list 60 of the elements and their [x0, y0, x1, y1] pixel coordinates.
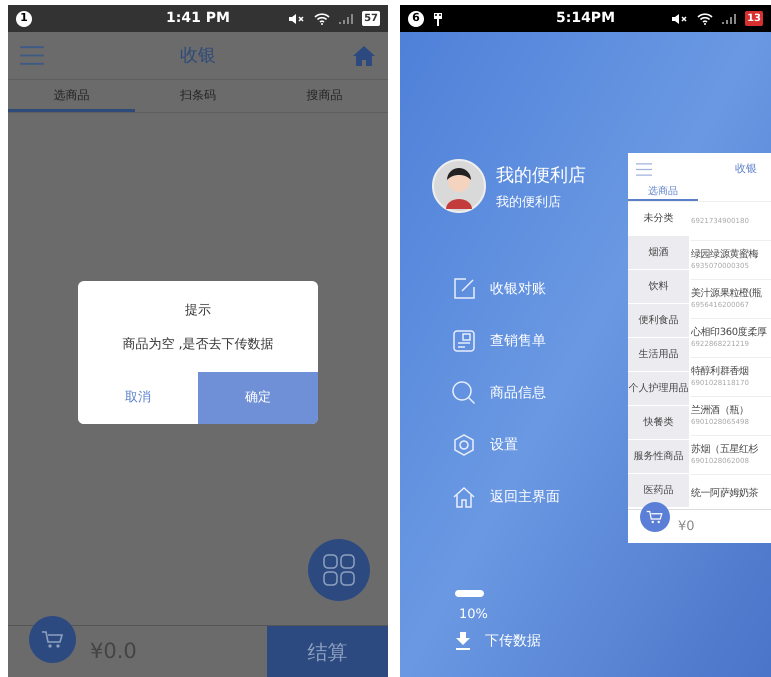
category-item[interactable]: 生活用品	[628, 338, 689, 372]
avatar-icon	[432, 159, 486, 213]
cart-total: ¥0	[678, 518, 695, 536]
store-subtitle: 我的便利店	[496, 194, 562, 212]
category-item[interactable]: 快餐类	[628, 406, 689, 440]
progress-percent: 10%	[458, 606, 489, 624]
header-title: 收银	[179, 44, 217, 68]
status-time: 5:14PM	[554, 9, 616, 28]
settings-icon	[453, 434, 475, 456]
menu-item[interactable]: 查销售单	[452, 330, 546, 352]
download-icon	[455, 632, 471, 650]
header-title: 收银	[735, 160, 757, 177]
home-icon	[453, 486, 475, 508]
tab[interactable]: 扫条码	[134, 80, 262, 112]
menu-item[interactable]: 返回主界面	[452, 486, 560, 508]
mute-icon	[288, 12, 306, 24]
cart-button[interactable]	[29, 616, 76, 663]
category-item[interactable]: 服务性商品	[628, 440, 689, 474]
edit-icon	[453, 278, 475, 300]
product-name: 心相印360度柔厚	[691, 327, 768, 339]
cart-icon	[40, 630, 64, 650]
wifi-icon	[697, 12, 714, 24]
download-button[interactable]: 下传数据	[455, 624, 771, 652]
signal-icon	[721, 12, 738, 24]
confirm-button[interactable]: 确定	[198, 372, 318, 424]
product-name: 兰洲酒（瓶）	[691, 405, 750, 417]
product-name: 美汁源果粒橙(瓶	[691, 288, 763, 300]
menu-item[interactable]: 收银对账	[452, 278, 546, 300]
menu-icon[interactable]	[636, 162, 652, 176]
notification-badge: 6	[408, 10, 424, 26]
status-time: 1:41 PM	[165, 9, 231, 28]
cart-icon	[646, 510, 664, 524]
store-name: 我的便利店	[496, 164, 586, 188]
receipt-icon	[453, 330, 475, 352]
tab[interactable]: 搜商品	[261, 80, 388, 112]
category-item[interactable]: 烟酒	[628, 236, 689, 270]
product-name: 统一阿萨姆奶茶	[691, 488, 760, 500]
battery-level: 13	[745, 11, 763, 26]
dialog-message: 商品为空 ,是否去下传数据	[121, 336, 275, 354]
signal-icon	[338, 12, 354, 24]
wifi-icon	[314, 12, 330, 24]
category-item[interactable]: 饮料	[628, 270, 689, 304]
category-item[interactable]: 便利食品	[628, 304, 689, 338]
tab[interactable]: 选商品	[8, 80, 135, 112]
grid-icon	[322, 553, 356, 587]
menu-item[interactable]: 设置	[452, 434, 518, 456]
menu-item[interactable]: 商品信息	[452, 382, 546, 404]
product-name: 绿园绿源黄蜜梅	[691, 249, 760, 261]
cart-button[interactable]	[640, 502, 670, 532]
mute-icon	[671, 12, 690, 24]
product-name: 苏烟（五星红杉	[691, 444, 760, 456]
checkout-button[interactable]: 结算	[267, 626, 388, 677]
notification-badge: 1	[16, 10, 32, 26]
dialog-title: 提示	[184, 302, 212, 320]
category-item[interactable]: 个人护理用品	[628, 372, 689, 406]
android-icon	[432, 10, 444, 26]
category-item[interactable]: 医药品	[628, 474, 689, 508]
battery-level: 57	[362, 11, 380, 26]
search-icon	[452, 381, 476, 405]
product-name: 特醇利群香烟	[691, 366, 750, 378]
